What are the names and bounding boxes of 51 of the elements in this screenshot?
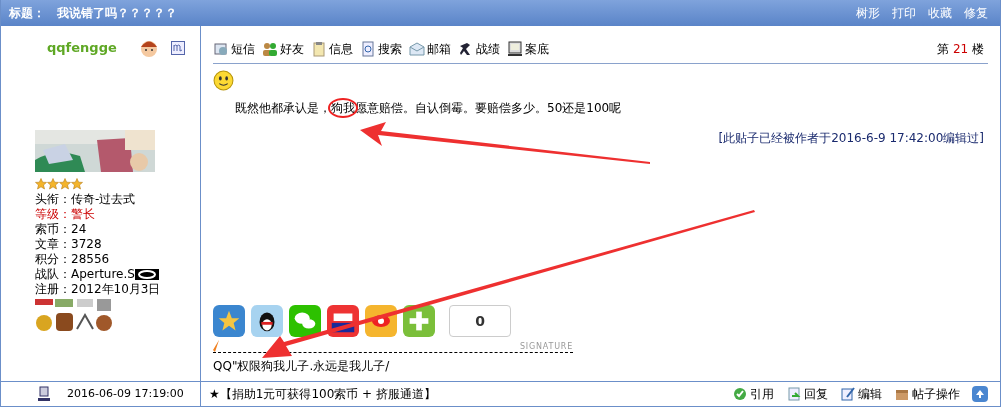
smiley-icon — [213, 70, 234, 91]
star-icon — [71, 178, 83, 190]
floor-number: 第 21 楼 — [937, 40, 985, 58]
people-icon — [262, 40, 278, 57]
star-icon — [59, 178, 71, 190]
title-label: 标题： — [9, 5, 45, 22]
profile-field: 战队：Aperture.S — [35, 267, 135, 282]
share-count: 0 — [449, 305, 511, 337]
boy-avatar-icon — [139, 38, 159, 58]
profile-field: 注册：2012年10月3日 — [35, 282, 161, 297]
toolbar-link[interactable]: 战绩 — [458, 39, 500, 58]
profile-field: 索币：24 — [35, 222, 87, 237]
back-to-top-button[interactable] — [972, 386, 988, 402]
post-action-link[interactable]: 引用 — [732, 385, 774, 403]
team-logo-icon — [134, 269, 159, 280]
toolbar-link[interactable]: 邮箱 — [409, 39, 451, 58]
clipboard-icon — [311, 40, 327, 57]
toolbar-link[interactable]: 信息 — [311, 39, 353, 58]
star-icon — [35, 178, 47, 190]
profile-field: 等级：警长 — [35, 207, 95, 222]
envelope-icon — [213, 40, 229, 57]
penguin-share-button[interactable] — [251, 305, 283, 337]
monitor-icon — [507, 40, 523, 57]
plus-share-button[interactable] — [403, 305, 435, 337]
edit-note: [此贴子已经被作者于2016-6-9 17:42:00编辑过] — [718, 130, 985, 147]
envelope-icon — [409, 40, 425, 57]
chat-bubbles-share-button[interactable] — [289, 305, 321, 337]
profile-field: 头衔：传奇-过去式 — [35, 192, 136, 207]
computer-icon — [37, 386, 51, 402]
toolbar-link[interactable]: 搜索 — [360, 39, 402, 58]
signature-text: QQ"权限狗我儿子.永远是我儿子/ — [213, 358, 391, 375]
up-arrow-icon — [975, 389, 985, 399]
signature-label: SIGNATURE — [519, 343, 573, 351]
profile-field: 积分：28556 — [35, 252, 110, 267]
post-action-link[interactable]: 回复 — [786, 385, 828, 403]
donation-notice[interactable]: ★【捐助1元可获得100索币 + 挤服通道】 — [209, 385, 436, 403]
pencil-page-icon — [840, 386, 856, 402]
zodiac-icon[interactable] — [171, 41, 185, 55]
post-action-link[interactable]: 帖子操作 — [894, 385, 960, 403]
toolbar-link[interactable]: 短信 — [213, 39, 255, 58]
post-action-link[interactable]: 编辑 — [840, 385, 882, 403]
check-circle-icon — [732, 386, 748, 402]
topic-title: 我说错了吗？？？？？ — [57, 5, 177, 22]
star-icon — [47, 178, 59, 190]
toolbar-link[interactable]: 案底 — [507, 39, 549, 58]
toolbar-link[interactable]: 好友 — [262, 39, 304, 58]
carrot-icon — [213, 340, 221, 352]
post-time: 2016-06-09 17:19:00 — [67, 385, 184, 402]
star-share-button[interactable] — [213, 305, 245, 337]
document-search-icon — [360, 40, 376, 57]
profile-field: 文章：3728 — [35, 237, 102, 252]
